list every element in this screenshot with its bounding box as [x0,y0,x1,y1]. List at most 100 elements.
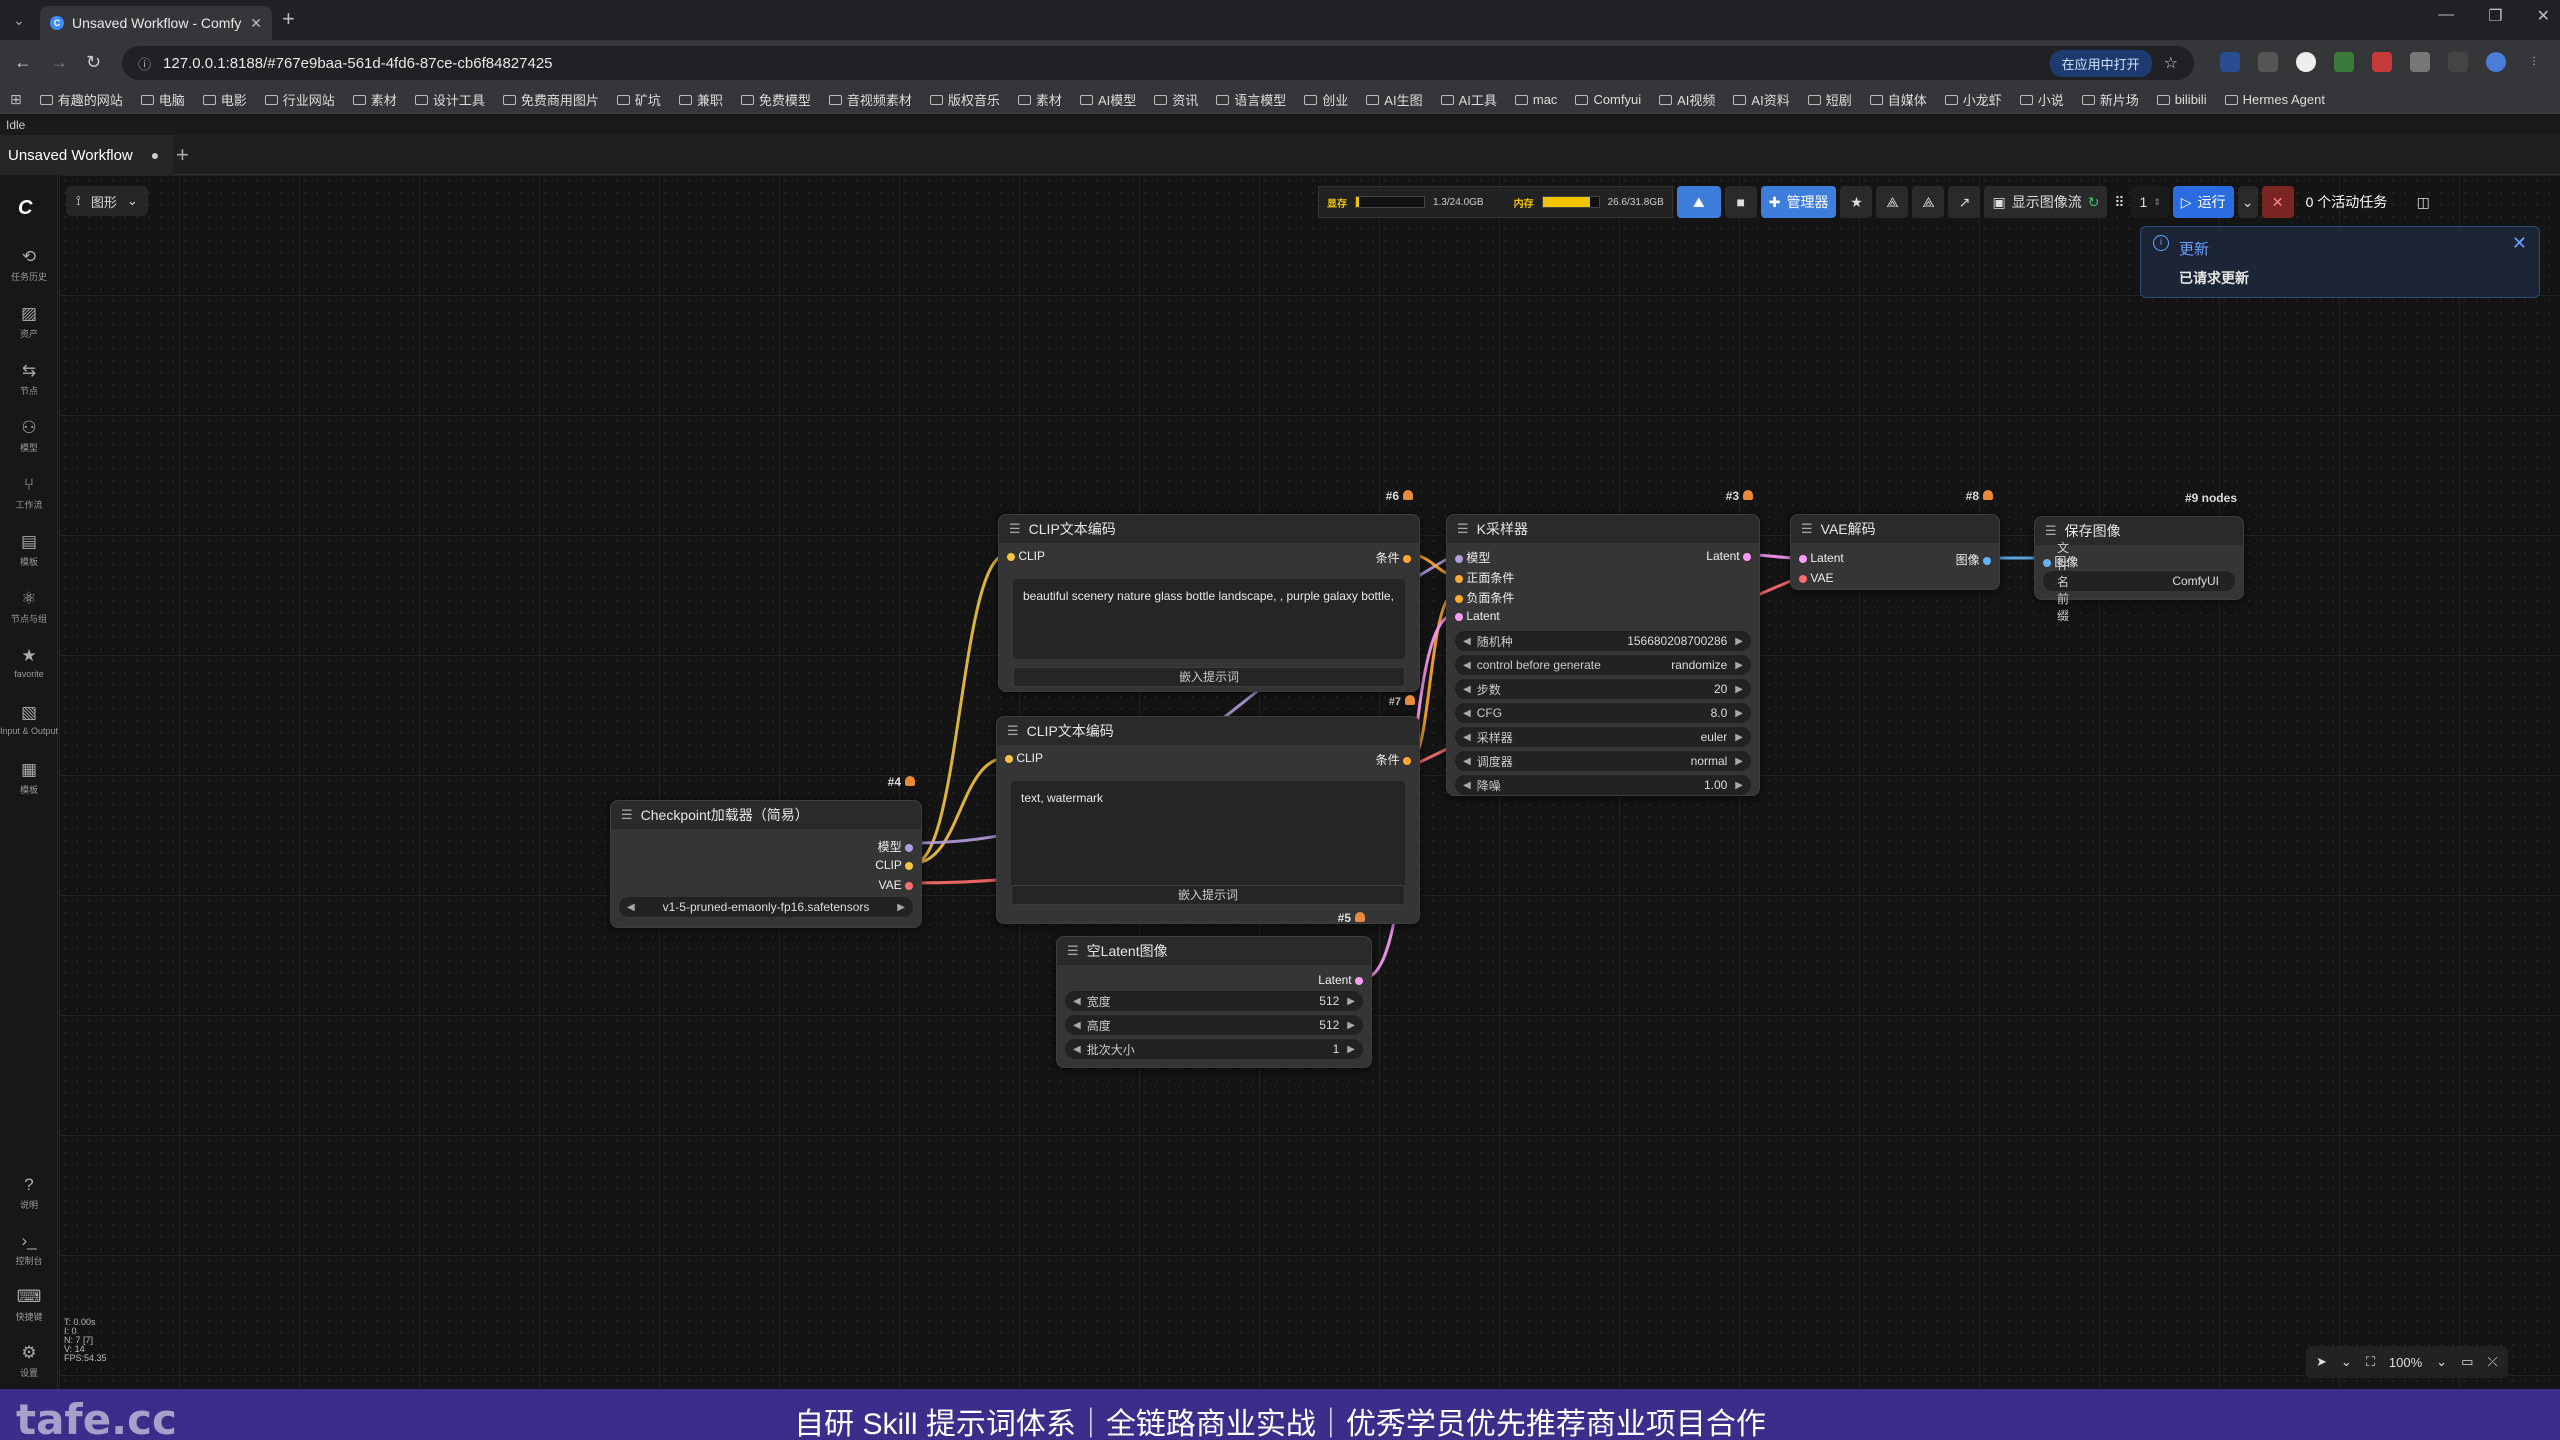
bookmark-item[interactable]: 素材 [352,90,397,109]
node-ksampler[interactable]: #3 ☰ K采样器 模型 正面条件 负面条件 Latent Latent ◀ 随机种… [1446,489,1760,796]
output-conditioning[interactable]: 条件 [1376,751,1411,768]
arrow-right-icon[interactable]: ▶ [1735,684,1743,695]
input-slot[interactable] [1799,574,1807,583]
input-slot[interactable] [1455,574,1463,583]
show-image-flow-button[interactable]: ▣ 显示图像流 ↻ [1984,186,2108,218]
widget[interactable]: ◀ 随机种 156680208700286 ▶ [1455,631,1751,651]
extension-icon[interactable] [2296,52,2316,72]
bookmark-item[interactable]: 免费模型 [740,90,811,109]
extension-icon[interactable] [2372,52,2392,72]
arrow-left-icon[interactable]: ◀ [1073,1044,1081,1055]
arrow-left-icon[interactable]: ◀ [1463,660,1471,671]
input-vae[interactable]: VAE [1799,571,1833,585]
bookmark-item[interactable]: mac [1514,92,1557,107]
minimize-icon[interactable]: — [2438,6,2454,26]
open-in-app-button[interactable]: 在应用中打开 [2049,49,2152,77]
share-button[interactable]: ↗ [1948,186,1981,218]
ai-button[interactable]: ⟁ [1876,186,1909,218]
arrow-left-icon[interactable]: ◀ [1073,996,1081,1007]
prompt-textarea[interactable]: text, watermark [1011,781,1405,889]
output-slot[interactable] [1403,756,1411,765]
sidebar-item-templates[interactable]: ▤ 模板 [0,532,58,568]
ckpt-name-widget[interactable]: ◀ v1-5-pruned-emaonly-fp16.safetensors ▶ [619,897,913,917]
output-latent[interactable]: Latent [1318,973,1363,987]
chevron-down-icon[interactable]: ⌄ [2341,1354,2352,1370]
bookmark-item[interactable]: 版权音乐 [929,90,1000,109]
restore-icon[interactable]: ❐ [2488,6,2502,26]
bookmark-item[interactable]: Comfyui [1575,92,1641,107]
comfyui-logo-icon[interactable]: C [18,197,40,219]
prompt-textarea[interactable]: beautiful scenery nature glass bottle la… [1013,579,1405,659]
bookmark-item[interactable]: 自媒体 [1869,90,1927,109]
node-clip-text-encode-positive[interactable]: #6 ☰ CLIP文本编码 CLIP 条件 beautiful scenery n… [998,489,1420,692]
widget[interactable]: ◀ 步数 20 ▶ [1455,679,1751,699]
node-clip-text-encode-negative[interactable]: #7 ☰ CLIP文本编码 CLIP 条件 text, watermark 嵌入提… [996,695,1420,924]
output-latent[interactable]: Latent [1706,549,1751,563]
fit-view-icon[interactable]: ⛶ [2366,1354,2375,1370]
node-empty-latent-image[interactable]: #5 ☰ 空Latent图像 Latent ◀ 宽度 512 ▶ ◀ 高度 512 ▶ ◀ 批次大小… [1056,911,1372,1068]
widget[interactable]: ◀ control before generate randomize ▶ [1455,655,1751,675]
bookmark-item[interactable]: 电影 [202,90,247,109]
bookmark-item[interactable]: 音视频素材 [828,90,912,109]
reload-icon[interactable]: ↻ [86,52,101,73]
node-header[interactable]: ☰ VAE解码 [1791,515,1999,543]
address-bar[interactable]: ⓘ 127.0.0.1:8188/#767e9baa-561d-4fd6-87c… [122,46,2194,80]
arrow-right-icon[interactable]: ▶ [1735,780,1743,791]
input-slot[interactable] [2043,558,2051,567]
output-slot[interactable] [1983,556,1991,565]
add-workflow-icon[interactable]: + [176,142,189,168]
chevron-down-icon[interactable]: ⌄ [2436,1354,2447,1370]
widget[interactable]: ◀ 降噪 1.00 ▶ [1455,775,1751,795]
sidebar-item-star[interactable]: ★ favorite [0,646,58,679]
sidebar-item-help[interactable]: ? 说明 [0,1175,58,1211]
bookmark-item[interactable]: AI模型 [1079,90,1136,109]
bookmark-item[interactable]: 素材 [1017,90,1062,109]
site-info-icon[interactable]: ⓘ [138,54,151,73]
arrow-right-icon[interactable]: ▶ [1735,708,1743,719]
workflow-tab-unsaved[interactable]: Unsaved Workflow ● [0,135,174,175]
back-icon[interactable]: ← [14,52,32,73]
bookmark-item[interactable]: 免费商用图片 [502,90,599,109]
node-menu-icon[interactable]: ☰ [1457,521,1469,537]
node-header[interactable]: ☰ CLIP文本编码 [999,515,1419,543]
output-image[interactable]: 图像 [1956,551,1991,568]
output-slot[interactable] [905,881,913,890]
output-slot[interactable] [1743,552,1751,561]
widget[interactable]: ◀ 批次大小 1 ▶ [1065,1039,1363,1059]
node-menu-icon[interactable]: ☰ [621,807,633,823]
bookmark-item[interactable]: AI生图 [1366,90,1423,109]
arrow-right-icon[interactable]: ▶ [1347,996,1355,1007]
node-header[interactable]: ☰ K采样器 [1447,515,1759,543]
arrow-right-icon[interactable]: ▶ [1735,756,1743,767]
arrow-right-icon[interactable]: ▶ [1735,732,1743,743]
bookmark-item[interactable]: 新片场 [2081,90,2139,109]
zoom-level[interactable]: 100% [2389,1355,2422,1370]
extension-icon[interactable] [2410,52,2430,72]
input-clip[interactable]: CLIP [1005,751,1043,765]
embed-prompt-button[interactable]: 嵌入提示词 [1013,667,1405,687]
bookmark-star-icon[interactable]: ☆ [2164,53,2178,73]
input-slot[interactable] [1455,594,1463,603]
arrow-right-icon[interactable]: ▶ [1347,1044,1355,1055]
sidebar-item-node-library[interactable]: ⚛ 节点与组 [0,589,58,625]
input-clip[interactable]: CLIP [1007,549,1045,563]
arrow-left-icon[interactable]: ◀ [1463,780,1471,791]
input-positive[interactable]: 正面条件 [1455,569,1514,586]
bookmark-item[interactable]: 小龙虾 [1944,90,2002,109]
bookmark-item[interactable]: Hermes Agent [2224,92,2325,107]
sidebar-item-nodes[interactable]: ⇆ 节点 [0,361,58,397]
ai-button-2[interactable]: ⟁ [1912,186,1945,218]
close-window-icon[interactable]: ✕ [2537,6,2550,26]
sidebar-item-model-list[interactable]: ▦ 模板 [0,760,58,796]
bookmark-item[interactable]: 行业网站 [264,90,335,109]
run-options-chevron-icon[interactable]: ⌄ [2237,186,2258,218]
graph-mode-button[interactable]: ⟟ 图形 ⌄ [66,186,148,216]
input-latent[interactable]: Latent [1455,609,1500,623]
manager-button[interactable]: ✚ 管理器 [1760,186,1837,218]
widget[interactable]: ◀ 宽度 512 ▶ [1065,991,1363,1011]
stepper-icon[interactable]: ⇕ [2153,197,2161,208]
extension-icon[interactable] [2334,52,2354,72]
hide-links-icon[interactable]: ⤫ [2487,1354,2497,1370]
profile-avatar[interactable] [2486,52,2506,72]
bookmark-item[interactable]: 电脑 [140,90,185,109]
